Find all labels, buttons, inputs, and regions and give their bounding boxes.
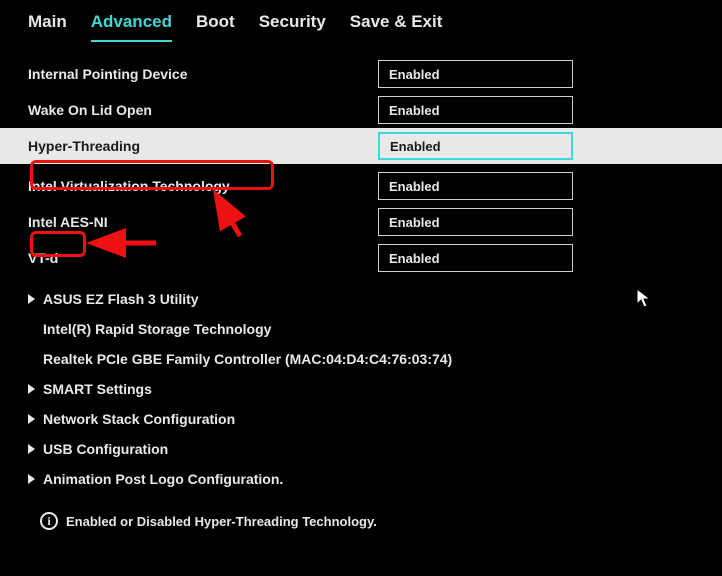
setting-wake-lid: Wake On Lid Open Enabled [28, 92, 694, 128]
tab-save-exit[interactable]: Save & Exit [350, 12, 443, 42]
help-text-area: i Enabled or Disabled Hyper-Threading Te… [40, 512, 377, 530]
setting-label: Internal Pointing Device [28, 66, 378, 82]
submenu-label: Realtek PCIe GBE Family Controller (MAC:… [43, 351, 452, 367]
submenu-netstack[interactable]: Network Stack Configuration [28, 404, 694, 434]
submenu-smart[interactable]: SMART Settings [28, 374, 694, 404]
help-text: Enabled or Disabled Hyper-Threading Tech… [66, 514, 377, 529]
settings-panel: Internal Pointing Device Enabled Wake On… [0, 42, 722, 494]
info-icon: i [40, 512, 58, 530]
submenu-label: Intel(R) Rapid Storage Technology [43, 321, 271, 337]
chevron-right-icon [28, 414, 35, 424]
submenu-usb[interactable]: USB Configuration [28, 434, 694, 464]
setting-vtd: VT-d Enabled [28, 240, 694, 276]
setting-dropdown-hyper-threading[interactable]: Enabled [378, 132, 573, 160]
setting-dropdown-internal-pointing[interactable]: Enabled [378, 60, 573, 88]
submenu-label: Animation Post Logo Configuration. [43, 471, 283, 487]
setting-dropdown-intel-vt[interactable]: Enabled [378, 172, 573, 200]
setting-label: Hyper-Threading [28, 138, 378, 154]
setting-intel-aes: Intel AES-NI Enabled [28, 204, 694, 240]
chevron-right-icon [28, 294, 35, 304]
submenu-label: USB Configuration [43, 441, 168, 457]
submenu-animation[interactable]: Animation Post Logo Configuration. [28, 464, 694, 494]
tab-advanced[interactable]: Advanced [91, 12, 172, 42]
setting-intel-vt: Intel Virtualization Technology Enabled [28, 168, 694, 204]
setting-dropdown-vtd[interactable]: Enabled [378, 244, 573, 272]
setting-label: Intel AES-NI [28, 214, 378, 230]
tab-security[interactable]: Security [259, 12, 326, 42]
chevron-right-icon [28, 384, 35, 394]
submenu-realtek[interactable]: Realtek PCIe GBE Family Controller (MAC:… [28, 344, 694, 374]
tab-main[interactable]: Main [28, 12, 67, 42]
tab-boot[interactable]: Boot [196, 12, 235, 42]
submenu-ez-flash[interactable]: ASUS EZ Flash 3 Utility [28, 284, 694, 314]
submenu-label: Network Stack Configuration [43, 411, 235, 427]
setting-dropdown-intel-aes[interactable]: Enabled [378, 208, 573, 236]
submenu-label: ASUS EZ Flash 3 Utility [43, 291, 199, 307]
setting-dropdown-wake-lid[interactable]: Enabled [378, 96, 573, 124]
setting-label: Wake On Lid Open [28, 102, 378, 118]
setting-label: Intel Virtualization Technology [28, 178, 378, 194]
setting-internal-pointing: Internal Pointing Device Enabled [28, 56, 694, 92]
submenu-rapid-storage[interactable]: Intel(R) Rapid Storage Technology [28, 314, 694, 344]
chevron-right-icon [28, 444, 35, 454]
menu-tabs: Main Advanced Boot Security Save & Exit [0, 0, 722, 42]
chevron-right-icon [28, 474, 35, 484]
submenu-label: SMART Settings [43, 381, 152, 397]
setting-hyper-threading[interactable]: Hyper-Threading Enabled [0, 128, 722, 164]
setting-label: VT-d [28, 250, 378, 266]
